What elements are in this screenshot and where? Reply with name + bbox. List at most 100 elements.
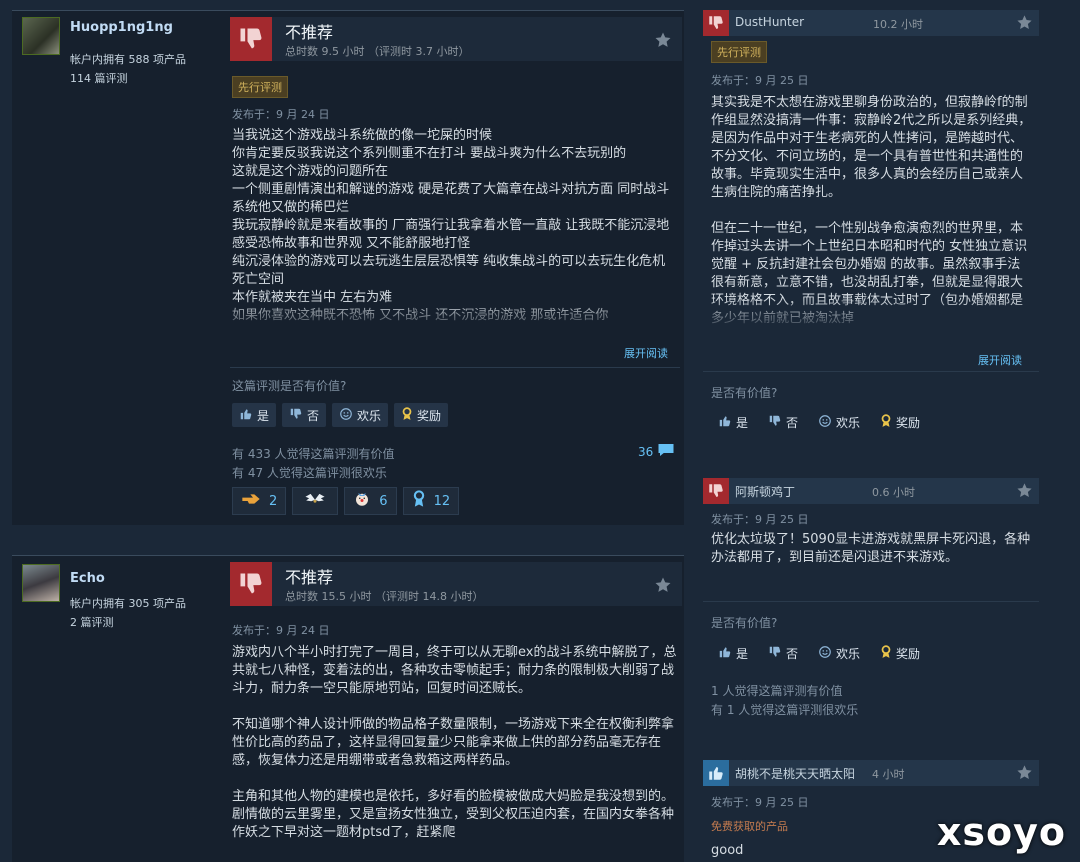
award-ribbon[interactable]: 12 xyxy=(402,487,460,515)
vote-buttons: 是 否 欢乐 奖励 xyxy=(711,641,927,665)
review-card: 阿斯顿鸡丁 0.6 小时 发布于：9 月 25 日 优化太垃圾了！5090显卡进… xyxy=(703,478,1039,726)
avatar[interactable] xyxy=(22,17,60,55)
award-label: 奖励 xyxy=(896,415,921,430)
author-reviews[interactable]: 114 篇评测 xyxy=(70,70,128,86)
helpful-question: 这篇评测是否有价值? xyxy=(232,379,347,393)
vote-no-button[interactable]: 否 xyxy=(282,403,327,427)
vote-funny-label: 欢乐 xyxy=(836,646,861,661)
playtime: 总时数 9.5 小时 （评测时 3.7 小时） xyxy=(285,45,470,58)
review-verdict[interactable]: 不推荐 总时数 9.5 小时 （评测时 3.7 小时） xyxy=(230,17,682,61)
award-clown[interactable]: 6 xyxy=(344,487,397,515)
review-text: 游戏内八个半小时打完了一周目，终于可以从无聊ex的战斗系统中解脱了，总共就七八种… xyxy=(232,645,677,840)
vote-funny-button[interactable]: 欢乐 xyxy=(811,641,867,665)
vote-no-label: 否 xyxy=(786,415,799,430)
author-reviews[interactable]: 2 篇评测 xyxy=(70,614,114,630)
posted-date: 发布于：9 月 24 日 xyxy=(232,108,330,121)
verdict-label: 不推荐 xyxy=(285,23,334,42)
review-card: Huopp1ng1ng 帐户内拥有 588 项产品 114 篇评测 不推荐 总时… xyxy=(12,10,684,525)
comments-link[interactable]: 36 xyxy=(638,442,675,461)
playtime: 10.2 小时 xyxy=(873,18,923,31)
award-medal-icon xyxy=(880,644,892,662)
thumbs-up-icon xyxy=(718,645,732,662)
thumbs-up-icon xyxy=(703,760,729,786)
review-text: 优化太垃圾了！5090显卡进游戏就黑屏卡死闪退，各种办法都用了，到目前还是闪退进… xyxy=(711,532,1031,565)
star-icon[interactable] xyxy=(654,31,672,53)
smiley-icon xyxy=(818,414,832,431)
award-count: 2 xyxy=(269,493,278,509)
thumbs-up-icon xyxy=(718,414,732,431)
vote-buttons: 是 否 欢乐 奖励 xyxy=(711,410,927,434)
author-name[interactable]: 胡桃不是桃天天晒太阳 xyxy=(735,765,855,782)
author-name[interactable]: 阿斯顿鸡丁 xyxy=(735,483,795,500)
playtime: 总时数 15.5 小时 （评测时 14.8 小时） xyxy=(285,590,484,603)
vote-yes-button[interactable]: 是 xyxy=(711,410,755,434)
thumbs-down-icon xyxy=(768,645,782,662)
author-products: 帐户内拥有 305 项产品 xyxy=(70,597,186,610)
vote-funny-button[interactable]: 欢乐 xyxy=(811,410,867,434)
early-access-badge: 先行评测 xyxy=(232,76,288,98)
award-medal-icon xyxy=(401,406,413,424)
avatar[interactable] xyxy=(22,564,60,602)
review-verdict[interactable]: 不推荐 总时数 15.5 小时 （评测时 14.8 小时） xyxy=(230,562,682,606)
vote-no-button[interactable]: 否 xyxy=(761,410,805,434)
posted-date: 发布于：9 月 25 日 xyxy=(711,74,809,87)
read-more-link[interactable]: 展开阅读 xyxy=(978,352,1022,368)
watermark: xsoyo xyxy=(936,810,1066,854)
posted-date: 发布于：9 月 25 日 xyxy=(711,513,809,526)
posted-date: 发布于：9 月 24 日 xyxy=(232,624,330,637)
thumbs-up-icon xyxy=(239,407,253,424)
review-text: good xyxy=(711,843,744,858)
star-icon[interactable] xyxy=(1016,764,1033,785)
vote-no-button[interactable]: 否 xyxy=(761,641,805,665)
star-icon[interactable] xyxy=(654,576,672,598)
review-card: Echo 帐户内拥有 305 项产品 2 篇评测 不推荐 总时数 15.5 小时… xyxy=(12,555,684,862)
read-more-link[interactable]: 展开阅读 xyxy=(624,345,668,361)
award-label: 奖励 xyxy=(417,408,442,423)
review-header[interactable]: 胡桃不是桃天天晒太阳 4 小时 xyxy=(703,760,1039,786)
award-label: 奖励 xyxy=(896,646,921,661)
awards-received: 2 6 12 xyxy=(232,487,460,515)
ribbon-medal-icon xyxy=(412,490,426,512)
helpful-count: 有 433 人觉得这篇评测有价值 xyxy=(232,447,395,461)
helpful-question: 是否有价值? xyxy=(711,386,778,400)
verdict-label: 不推荐 xyxy=(285,568,334,587)
author-products: 帐户内拥有 588 项产品 xyxy=(70,53,186,66)
award-wings[interactable] xyxy=(292,487,339,515)
vote-funny-button[interactable]: 欢乐 xyxy=(332,403,389,427)
award-medal-icon xyxy=(880,413,892,431)
vote-yes-label: 是 xyxy=(736,415,749,430)
award-button[interactable]: 奖励 xyxy=(394,403,449,427)
vote-yes-label: 是 xyxy=(257,408,270,423)
thumbs-down-icon xyxy=(230,562,272,606)
award-button[interactable]: 奖励 xyxy=(873,410,927,434)
early-access-badge: 先行评测 xyxy=(711,41,767,63)
author-name[interactable]: DustHunter xyxy=(735,15,804,29)
thumbs-down-icon xyxy=(230,17,272,61)
star-icon[interactable] xyxy=(1016,14,1033,35)
posted-date: 发布于：9 月 25 日 xyxy=(711,796,809,809)
comment-bubble-icon xyxy=(657,442,675,461)
review-header[interactable]: DustHunter 10.2 小时 xyxy=(703,10,1039,36)
award-hand-point[interactable]: 2 xyxy=(232,487,287,515)
helpful-question: 是否有价值? xyxy=(711,616,778,630)
thumbs-down-icon xyxy=(703,478,729,504)
star-icon[interactable] xyxy=(1016,482,1033,503)
review-text: 其实我是不太想在游戏里聊身份政治的，但寂静岭f的制作组显然没搞清一件事：寂静岭2… xyxy=(711,95,1032,326)
author-name[interactable]: Huopp1ng1ng xyxy=(70,20,173,35)
smiley-icon xyxy=(818,645,832,662)
text-fade xyxy=(232,299,678,333)
award-count: 12 xyxy=(433,493,451,509)
vote-yes-button[interactable]: 是 xyxy=(711,641,755,665)
award-button[interactable]: 奖励 xyxy=(873,641,927,665)
vote-no-label: 否 xyxy=(307,408,320,423)
author-name[interactable]: Echo xyxy=(70,571,105,586)
divider xyxy=(230,367,680,368)
thumbs-down-icon xyxy=(768,414,782,431)
playtime: 4 小时 xyxy=(872,768,905,781)
clown-face-icon xyxy=(353,490,371,512)
review-header[interactable]: 阿斯顿鸡丁 0.6 小时 xyxy=(703,478,1039,504)
smiley-icon xyxy=(339,407,353,424)
vote-yes-button[interactable]: 是 xyxy=(232,403,277,427)
hand-point-icon xyxy=(241,492,261,510)
funny-count: 有 1 人觉得这篇评测很欢乐 xyxy=(711,703,859,717)
